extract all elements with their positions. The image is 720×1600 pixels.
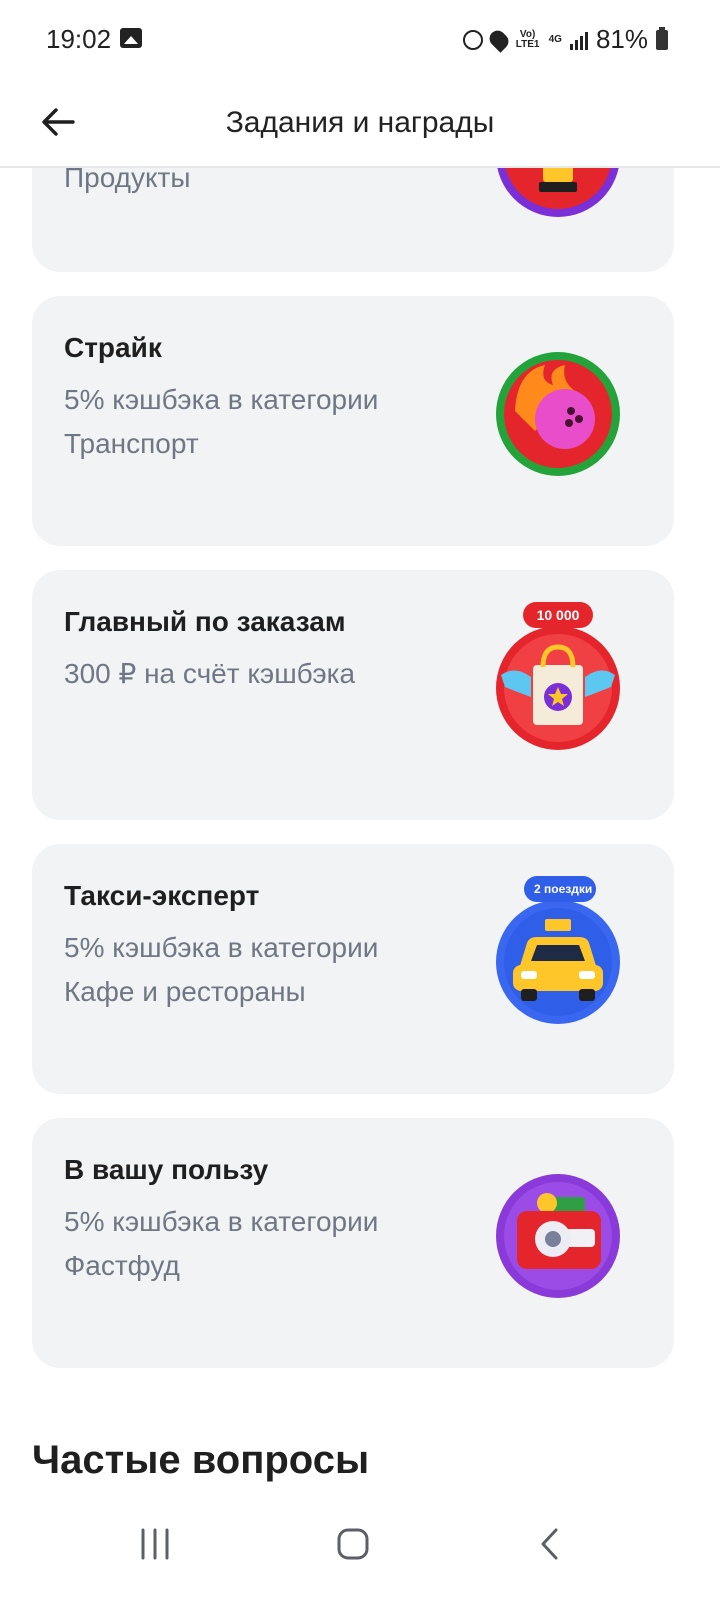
reward-card-desc: 5% кэшбэка в категории Кафе и рестораны [64, 932, 379, 1007]
reward-card-products[interactable]: Продукты [32, 168, 674, 272]
page-title: Задания и награды [225, 106, 495, 139]
recent-apps-icon [141, 1528, 169, 1560]
badge-trips-label: 2 поездки [524, 876, 596, 902]
reward-card-title: Страйк [64, 332, 162, 363]
network-type-indicator: 4G [548, 33, 562, 45]
status-icons: Vo) LTE1 4G 81% [462, 24, 668, 55]
faq-heading: Частые вопросы [32, 1438, 370, 1482]
reward-card-in-your-favor[interactable]: В вашу пользу 5% кэшбэка в категории Фас… [32, 1118, 674, 1368]
reward-card-desc: Продукты [64, 168, 191, 193]
recent-apps-button[interactable] [120, 1514, 190, 1574]
home-icon [337, 1528, 369, 1560]
reward-card-taxi-expert[interactable]: Такси-эксперт 5% кэшбэка в категории Каф… [32, 844, 674, 1094]
chevron-left-icon [541, 1528, 558, 1560]
wallet-safe-badge-icon [496, 1174, 620, 1298]
location-icon [485, 26, 512, 53]
app-header: Задания и награды [0, 80, 720, 168]
system-nav-bar [0, 1488, 720, 1600]
battery-icon [656, 26, 668, 50]
shopping-bag-badge-icon [496, 626, 620, 750]
rewards-list[interactable]: Продукты Страйк 5% кэшбэка в категории Т… [0, 168, 720, 1488]
reward-card-title: В вашу пользу [64, 1154, 269, 1185]
reward-card-top-orders[interactable]: Главный по заказам 300 ₽ на счёт кэшбэка… [32, 570, 674, 820]
reward-card-desc: 5% кэшбэка в категории Транспорт [64, 384, 379, 459]
reward-card-title: Главный по заказам [64, 606, 346, 637]
reward-card-strike[interactable]: Страйк 5% кэшбэка в категории Транспорт [32, 296, 674, 546]
system-back-button[interactable] [514, 1514, 584, 1574]
status-bar: 19:02 Vo) LTE1 4G 81% [0, 0, 720, 80]
alarm-icon [462, 29, 483, 50]
trophy-badge-icon [497, 168, 619, 217]
badge-counter-label: 10 000 [523, 602, 593, 628]
reward-card-desc: 300 ₽ на счёт кэшбэка [64, 658, 356, 689]
taxi-badge-icon [496, 900, 620, 1024]
home-button[interactable] [318, 1514, 388, 1574]
signal-icon [569, 30, 588, 50]
bowling-ball-badge-icon [496, 352, 620, 476]
reward-card-desc: 5% кэшбэка в категории Фастфуд [64, 1206, 379, 1281]
gallery-notification-icon [120, 28, 142, 48]
battery-percent: 81% [595, 24, 648, 54]
status-time: 19:02 [46, 24, 112, 54]
volte-indicator: Vo) LTE1 [515, 28, 540, 50]
reward-card-title: Такси-эксперт [64, 880, 260, 911]
